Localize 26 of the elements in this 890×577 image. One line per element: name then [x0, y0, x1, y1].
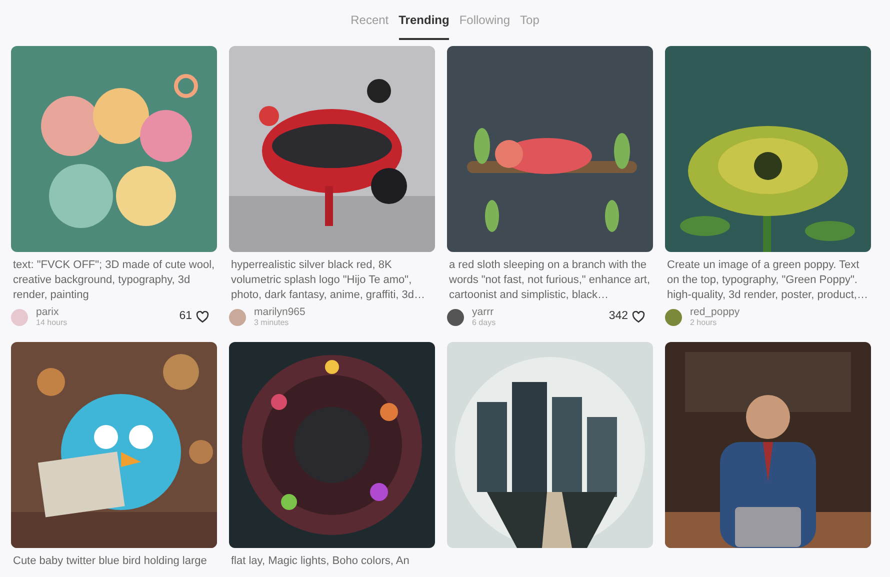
like-count: 61	[179, 309, 192, 324]
heart-icon[interactable]	[196, 311, 209, 323]
like-count: 342	[608, 309, 628, 324]
prompt-text: Create un image of a green poppy. Text on the top, typography, "Green Poppy". high-quality, 3d render, poster, product,…	[667, 258, 869, 303]
post-time: 2 hours	[690, 318, 718, 328]
prompt-text: a red sloth sleeping on a branch with the words "not fast, not furious," enhance art, cartoonist and simplistic, black…	[449, 258, 651, 303]
post-time: 14 hours	[36, 318, 68, 328]
prompt-text: hyperrealistic silver black red, 8K volumetric splash logo "Hijo Te amo", photo, dark fantasy, anime, graffiti, 3d…	[231, 258, 426, 303]
tab[interactable]: Following	[459, 0, 510, 40]
author-name: red_poppy	[690, 306, 741, 318]
author-name: marilyn965	[254, 306, 306, 318]
author-name: yarrr	[472, 306, 495, 318]
avatar	[11, 308, 28, 326]
author-name: parix	[36, 306, 60, 318]
avatar	[447, 308, 464, 326]
avatar	[665, 308, 682, 326]
avatar	[229, 308, 246, 326]
tab[interactable]: Top	[520, 0, 540, 40]
post-time: 6 days	[472, 318, 497, 328]
prompt-text: flat lay, Magic lights, Boho colors, An	[231, 554, 410, 569]
prompt-text: text: "FVCK OFF"; 3D made of cute wool, creative background, typography, 3d render, painting	[13, 258, 215, 303]
heart-icon[interactable]	[632, 311, 645, 323]
tab[interactable]: Recent	[350, 0, 389, 40]
prompt-text: Cute baby twitter blue bird holding large	[13, 554, 208, 569]
tab[interactable]: Trending	[398, 0, 450, 40]
post-time: 3 minutes	[254, 318, 290, 328]
